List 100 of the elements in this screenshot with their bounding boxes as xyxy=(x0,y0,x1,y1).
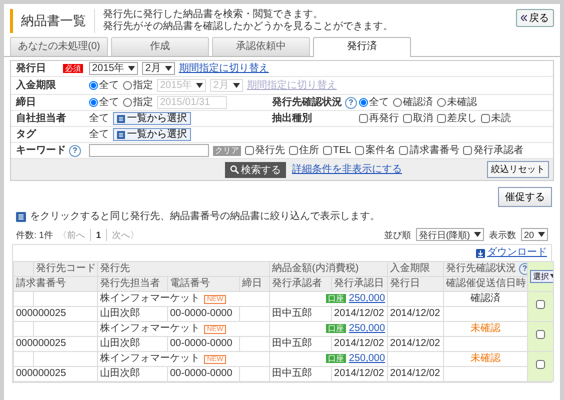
field-label: 締日 xyxy=(14,96,37,108)
row-checkbox[interactable] xyxy=(536,300,545,309)
column-header: 電話番号 xyxy=(168,276,240,292)
row-checkbox[interactable] xyxy=(536,360,545,369)
checkbox[interactable] xyxy=(359,114,368,123)
tab[interactable]: 承認依頼中 xyxy=(212,37,310,56)
company-name[interactable]: 株インフォマーケット xyxy=(100,323,200,334)
column-header: 発行日 xyxy=(388,276,444,292)
option-label: 全て xyxy=(369,96,389,108)
list-icon xyxy=(117,114,125,122)
month-select[interactable]: 2月 xyxy=(142,62,175,75)
page-number[interactable]: 1 xyxy=(90,228,108,240)
result-count: 件数: 1件 xyxy=(16,228,54,240)
download-link[interactable]: ダウンロード xyxy=(476,247,547,259)
checkbox[interactable] xyxy=(323,146,332,155)
field-value: 全て xyxy=(89,112,109,124)
option-label: 再発行 xyxy=(369,112,399,124)
column-header: 入金期限 xyxy=(388,262,444,276)
field-label: 発行先確認状況 xyxy=(272,96,342,108)
column-header: 発行承認者 xyxy=(270,276,332,292)
column-header: 発行先コード xyxy=(34,262,98,276)
column-header: 請求書番号 xyxy=(14,276,98,292)
tab[interactable]: 作成 xyxy=(111,37,209,56)
checkbox[interactable] xyxy=(481,114,490,123)
option-label: 指定 xyxy=(133,80,153,92)
radio-button[interactable] xyxy=(359,98,368,107)
radio-button[interactable] xyxy=(393,98,402,107)
option-label: 住所 xyxy=(299,144,319,156)
caret-icon xyxy=(164,66,172,71)
select-from-list-button[interactable]: 一覧から選択 xyxy=(113,128,191,141)
checkbox[interactable] xyxy=(403,114,412,123)
caret-icon xyxy=(474,232,481,237)
search-button[interactable]: 検索する xyxy=(225,162,286,178)
list-icon xyxy=(117,130,125,138)
tab[interactable]: 発行済 xyxy=(313,37,411,57)
back-arrow-icon xyxy=(521,15,527,21)
table-cell: 2014/12/02 xyxy=(388,336,444,352)
per-page-label: 表示数 xyxy=(488,228,516,240)
option-label: TEL xyxy=(333,144,352,156)
field-value: 全て xyxy=(89,128,109,140)
row-checkbox[interactable] xyxy=(536,330,545,339)
checkbox[interactable] xyxy=(437,114,446,123)
amount-link[interactable]: 250,000 xyxy=(348,293,386,304)
select-from-list-button[interactable]: 一覧から選択 xyxy=(113,112,191,125)
table-cell: 2014/12/02 xyxy=(332,366,388,382)
table-cell: 00-0000-0000 xyxy=(168,366,240,382)
checkbox[interactable] xyxy=(289,146,298,155)
tab[interactable]: あなたの未処理(0) xyxy=(10,37,108,56)
table-cell: 山田次郎 xyxy=(98,366,168,382)
checkbox[interactable] xyxy=(355,146,364,155)
sort-select[interactable]: 発行日(降順) xyxy=(416,228,484,241)
option-label: 請求書番号 xyxy=(409,144,460,156)
radio-button[interactable] xyxy=(123,98,132,107)
caret-icon xyxy=(196,83,204,88)
caret-icon xyxy=(538,232,545,237)
column-header: 納品金額(内消費税) xyxy=(270,262,388,276)
back-button[interactable]: 戻る xyxy=(516,9,554,27)
checkbox[interactable] xyxy=(399,146,408,155)
company-name[interactable]: 株インフォマーケット xyxy=(100,293,200,304)
table-cell: 2014/12/02 xyxy=(388,306,444,322)
help-icon[interactable]: ? xyxy=(69,144,81,156)
per-page-select[interactable]: 20 xyxy=(520,228,548,241)
table-cell: 山田次郎 xyxy=(98,306,168,322)
company-name[interactable]: 株インフォマーケット xyxy=(100,353,200,364)
checkbox[interactable] xyxy=(463,146,472,155)
column-header: 発行承認日 xyxy=(332,276,388,292)
keyword-field[interactable] xyxy=(89,144,209,157)
option-label: 未確認 xyxy=(447,96,477,108)
select-button[interactable]: 選択 xyxy=(530,270,553,283)
remind-button[interactable]: 催促する xyxy=(498,187,552,207)
option-label: 取消 xyxy=(413,112,433,124)
status-text: 確認済 xyxy=(444,292,528,306)
option-label: 発行先 xyxy=(255,144,285,156)
amount-link[interactable]: 250,000 xyxy=(348,353,386,364)
description-text: 発行先がその納品書を確認したかどうかを見ることができます。 xyxy=(103,21,394,33)
field-label: タグ xyxy=(15,128,38,140)
option-label: 発行承認者 xyxy=(473,144,524,156)
hide-conditions-link[interactable]: 詳細条件を非表示にする xyxy=(292,164,402,176)
download-icon xyxy=(476,248,485,258)
reset-button[interactable]: 絞込リセット xyxy=(487,161,549,178)
caret-icon xyxy=(128,66,136,71)
column-header: 発行先担当者 xyxy=(98,276,168,292)
table-cell: 000000025 xyxy=(14,306,98,322)
amount-link[interactable]: 250,000 xyxy=(348,323,386,334)
status-text: 未確認 xyxy=(444,352,528,366)
list-icon xyxy=(16,212,26,222)
radio-button[interactable] xyxy=(89,98,98,107)
radio-button[interactable] xyxy=(437,98,446,107)
option-label: 指定 xyxy=(133,96,153,108)
help-icon[interactable]: ? xyxy=(345,96,357,108)
table-cell: 田中五郎 xyxy=(270,336,332,352)
year-select[interactable]: 2015年 xyxy=(89,62,138,75)
table-cell: 山田次郎 xyxy=(98,336,168,352)
option-label: 全て xyxy=(99,96,119,108)
checkbox[interactable] xyxy=(245,146,254,155)
info-text: をクリックすると同じ発行先、納品書番号の納品書に絞り込んで表示します。 xyxy=(30,211,380,223)
period-toggle-link[interactable]: 期間指定に切り替え xyxy=(178,62,269,74)
field-label: 自社担当者 xyxy=(15,112,67,124)
table-cell: 00-0000-0000 xyxy=(168,336,240,352)
field-label: キーワード xyxy=(16,144,66,156)
